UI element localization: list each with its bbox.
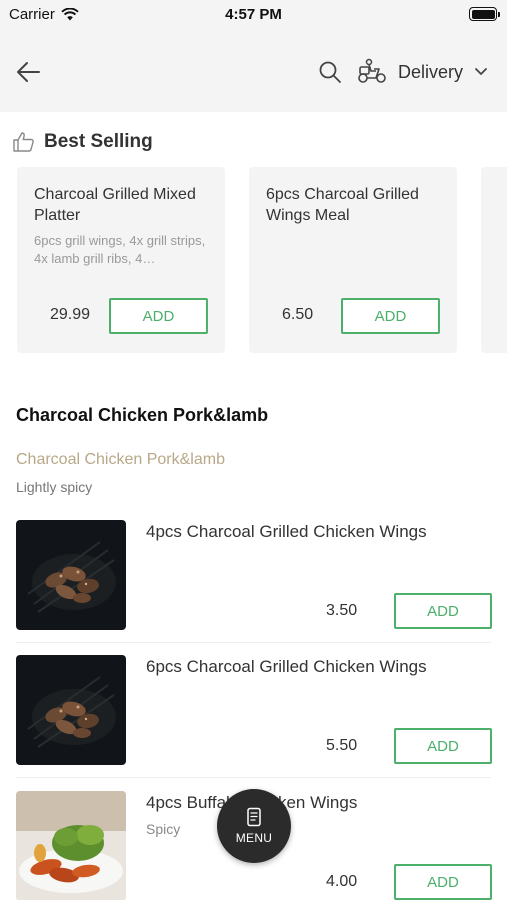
item-note: Spicy bbox=[146, 821, 181, 837]
best-selling-header: Best Selling bbox=[12, 130, 153, 154]
thumbs-up-icon bbox=[13, 132, 34, 152]
item-price: 3.50 bbox=[326, 602, 358, 619]
best-selling-card[interactable]: 6pcs Charcoal Grilled Wings Meal 6.50 AD… bbox=[249, 167, 457, 353]
battery-icon bbox=[469, 7, 500, 21]
search-icon[interactable] bbox=[318, 60, 342, 84]
card-name: Charcoal Grilled Mixed Platter bbox=[34, 186, 196, 224]
back-arrow-icon[interactable] bbox=[14, 58, 42, 86]
item-price: 5.50 bbox=[326, 737, 358, 754]
item-name: 6pcs Charcoal Grilled Chicken Wings bbox=[146, 657, 427, 676]
status-bar: Carrier 4:57 PM bbox=[0, 0, 507, 30]
add-button[interactable]: ADD bbox=[109, 298, 208, 334]
category-note: Lightly spicy bbox=[16, 479, 93, 495]
menu-book-icon bbox=[247, 807, 261, 827]
menu-button-label: MENU bbox=[235, 831, 273, 845]
best-selling-title: Best Selling bbox=[44, 131, 153, 152]
menu-button[interactable]: MENU bbox=[217, 789, 291, 863]
menu-item-row[interactable]: 6pcs Charcoal Grilled Chicken Wings 5.50… bbox=[16, 655, 492, 767]
add-button[interactable]: ADD bbox=[394, 728, 492, 764]
best-selling-card[interactable]: Charcoal Grilled Mixed Platter 6pcs gril… bbox=[17, 167, 225, 353]
menu-item-row[interactable]: 4pcs Charcoal Grilled Chicken Wings 3.50… bbox=[16, 520, 492, 632]
item-name: 4pcs Charcoal Grilled Chicken Wings bbox=[146, 522, 427, 541]
food-photo bbox=[16, 791, 126, 900]
card-price: 29.99 bbox=[50, 306, 91, 323]
clock: 4:57 PM bbox=[225, 6, 282, 23]
food-photo bbox=[16, 655, 126, 765]
card-price: 6.50 bbox=[282, 306, 314, 323]
top-nav-bar: Delivery bbox=[0, 30, 507, 112]
divider bbox=[16, 642, 491, 643]
delivery-mode-label[interactable]: Delivery bbox=[398, 62, 463, 83]
category-title: Charcoal Chicken Pork&lamb bbox=[16, 405, 269, 425]
card-name: 6pcs Charcoal Grilled Wings Meal bbox=[266, 186, 419, 224]
food-photo bbox=[16, 520, 126, 630]
delivery-scooter-icon[interactable] bbox=[357, 58, 387, 84]
divider bbox=[16, 777, 491, 778]
best-selling-card-partial[interactable] bbox=[481, 167, 507, 353]
add-button[interactable]: ADD bbox=[341, 298, 440, 334]
chevron-down-icon[interactable] bbox=[474, 66, 488, 78]
add-button[interactable]: ADD bbox=[394, 864, 492, 900]
item-price: 4.00 bbox=[326, 873, 358, 890]
category-subtitle: Charcoal Chicken Pork&lamb bbox=[16, 451, 225, 468]
card-description: 6pcs grill wings, 4x grill strips, 4x la… bbox=[34, 233, 206, 266]
add-button[interactable]: ADD bbox=[394, 593, 492, 629]
best-selling-carousel[interactable]: Charcoal Grilled Mixed Platter 6pcs gril… bbox=[17, 167, 507, 353]
